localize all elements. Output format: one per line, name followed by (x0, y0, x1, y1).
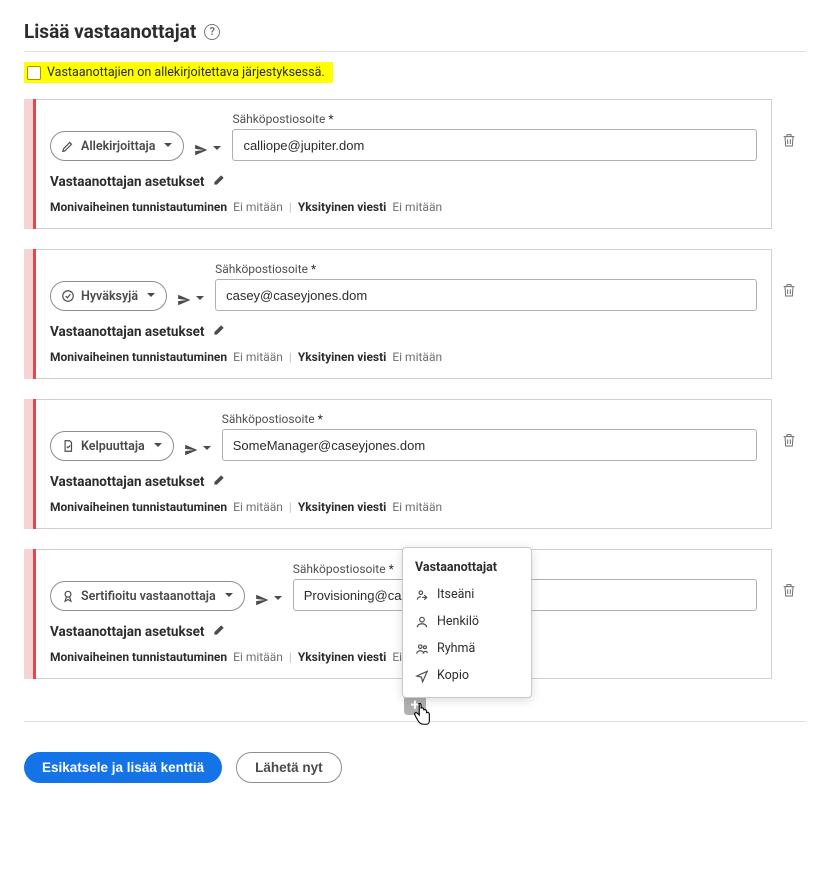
private-message-value: Ei mitään (392, 500, 442, 514)
role-selector[interactable]: Hyväksyjä (50, 281, 167, 311)
role-selector[interactable]: Kelpuuttaja (50, 431, 174, 461)
chevron-down-icon (224, 589, 234, 604)
private-message-value: Ei mitään (392, 350, 442, 364)
email-input[interactable] (222, 429, 757, 461)
email-input[interactable] (215, 279, 757, 311)
drag-handle[interactable] (24, 399, 36, 529)
private-message-label: Yksityinen viesti (298, 650, 387, 664)
popup-title: Vastaanottajat (403, 556, 531, 581)
check-icon (61, 289, 75, 303)
mfa-label: Monivaiheinen tunnistautuminen (50, 650, 227, 664)
recipient-settings-label: Vastaanottajan asetukset (50, 474, 205, 490)
popup-item-label: Ryhmä (437, 641, 475, 656)
delete-recipient[interactable] (772, 249, 806, 379)
mfa-label: Monivaiheinen tunnistautuminen (50, 350, 227, 364)
recipient-card: Sertifioitu vastaanottaja Sähköpostiosoi… (24, 549, 806, 679)
order-checkbox-row[interactable]: Vastaanottajien on allekirjoitettava jär… (24, 62, 333, 83)
popup-item-label: Kopio (437, 668, 469, 683)
chevron-down-icon (195, 292, 205, 307)
popup-item-label: Itseäni (437, 587, 474, 602)
separator (24, 51, 806, 52)
email-label: Sähköpostiosoite * (232, 112, 757, 126)
popup-item-group[interactable]: Ryhmä (403, 635, 531, 662)
recipient-card: Hyväksyjä Sähköpostiosoite * Vastaanotta… (24, 249, 806, 379)
person-arrow-icon (415, 588, 429, 602)
recipient-settings-label: Vastaanottajan asetukset (50, 174, 205, 190)
role-label: Allekirjoittaja (81, 139, 155, 154)
mfa-label: Monivaiheinen tunnistautuminen (50, 200, 227, 214)
delete-recipient[interactable] (772, 549, 806, 679)
delivery-method[interactable] (177, 292, 205, 311)
delivery-method[interactable] (194, 142, 222, 161)
role-selector[interactable]: Sertifioitu vastaanottaja (50, 581, 245, 611)
order-checkbox-label: Vastaanottajien on allekirjoitettava jär… (47, 65, 325, 80)
recipient-settings-label: Vastaanottajan asetukset (50, 624, 205, 640)
popup-item-label: Henkilö (437, 614, 479, 629)
drag-handle[interactable] (24, 99, 36, 229)
role-label: Kelpuuttaja (81, 439, 145, 454)
person-icon (415, 615, 429, 629)
mfa-value: Ei mitään (233, 350, 283, 364)
pen-icon (61, 139, 75, 153)
group-icon (415, 642, 429, 656)
badge-icon (61, 589, 75, 603)
private-message-label: Yksityinen viesti (298, 350, 387, 364)
drag-handle[interactable] (24, 249, 36, 379)
mfa-value: Ei mitään (233, 500, 283, 514)
recipient-card: Allekirjoittaja Sähköpostiosoite * Vasta… (24, 99, 806, 229)
edit-icon[interactable] (213, 623, 226, 640)
recipient-card: Kelpuuttaja Sähköpostiosoite * Vastaanot… (24, 399, 806, 529)
cursor-icon (411, 703, 433, 733)
send-now-button[interactable]: Lähetä nyt (236, 752, 342, 783)
delivery-method[interactable] (255, 592, 283, 611)
popup-item-myself[interactable]: Itseäni (403, 581, 531, 608)
private-message-label: Yksityinen viesti (298, 200, 387, 214)
role-label: Hyväksyjä (81, 289, 138, 304)
edit-icon[interactable] (213, 473, 226, 490)
private-message-label: Yksityinen viesti (298, 500, 387, 514)
popup-item-cc[interactable]: Kopio (403, 662, 531, 689)
chevron-down-icon (202, 442, 212, 457)
email-label: Sähköpostiosoite * (215, 262, 757, 276)
role-selector[interactable]: Allekirjoittaja (50, 131, 184, 161)
chevron-down-icon (153, 439, 163, 454)
delivery-method[interactable] (184, 442, 212, 461)
send-icon (415, 669, 429, 683)
mfa-label: Monivaiheinen tunnistautuminen (50, 500, 227, 514)
popup-item-person[interactable]: Henkilö (403, 608, 531, 635)
delete-recipient[interactable] (772, 399, 806, 529)
recipient-settings-label: Vastaanottajan asetukset (50, 324, 205, 340)
document-check-icon (61, 439, 75, 453)
drag-handle[interactable] (24, 549, 36, 679)
email-label: Sähköpostiosoite * (222, 412, 757, 426)
mfa-value: Ei mitään (233, 200, 283, 214)
chevron-down-icon (146, 289, 156, 304)
chevron-down-icon (273, 592, 283, 607)
mfa-value: Ei mitään (233, 650, 283, 664)
edit-icon[interactable] (213, 323, 226, 340)
private-message-value: Ei mitään (392, 200, 442, 214)
chevron-down-icon (212, 142, 222, 157)
delete-recipient[interactable] (772, 99, 806, 229)
email-input[interactable] (232, 129, 757, 161)
edit-icon[interactable] (213, 173, 226, 190)
recipient-type-popup: Vastaanottajat Itseäni Henkilö Ryhmä Kop… (402, 547, 532, 698)
role-label: Sertifioitu vastaanottaja (81, 589, 216, 604)
page-title: Lisää vastaanottajat (24, 20, 196, 43)
help-icon[interactable]: ? (204, 24, 220, 40)
preview-button[interactable]: Esikatsele ja lisää kenttiä (24, 752, 222, 783)
order-checkbox[interactable] (27, 66, 41, 80)
chevron-down-icon (163, 139, 173, 154)
